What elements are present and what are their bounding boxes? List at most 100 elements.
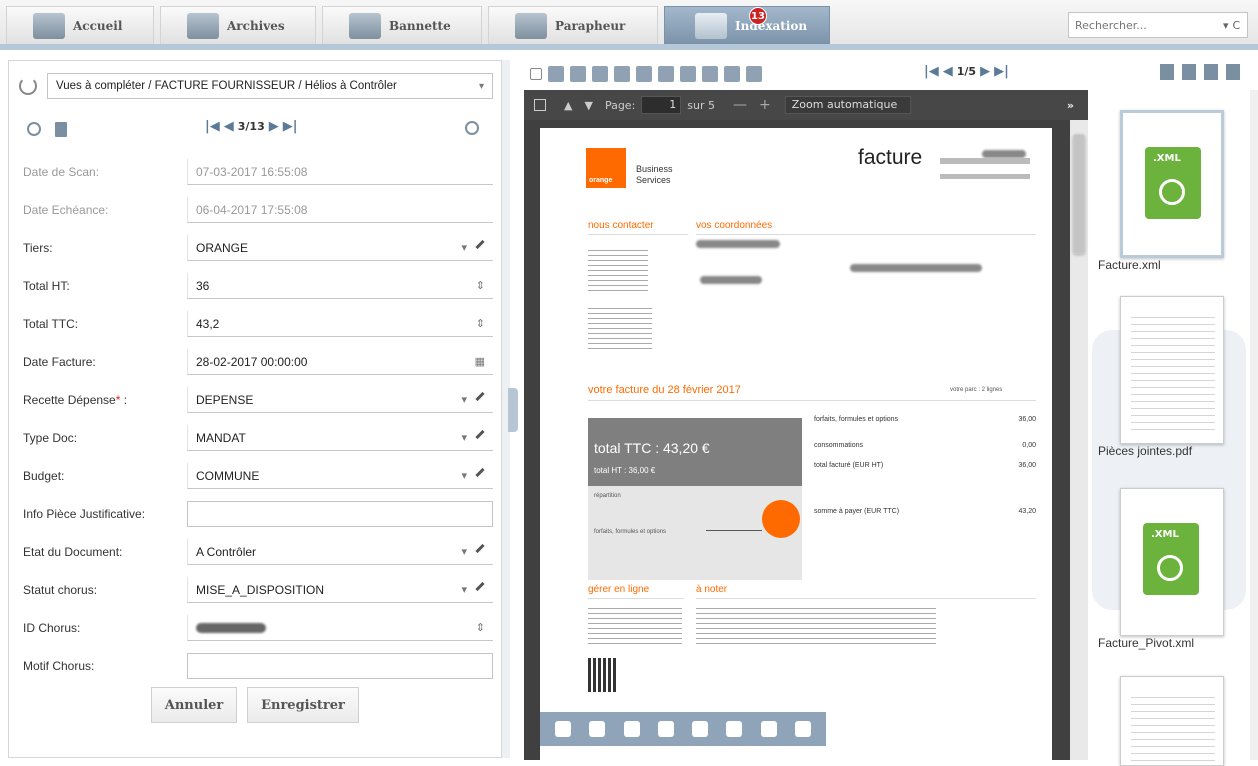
type-doc-select[interactable]: MANDAT ▾	[187, 425, 493, 451]
edit-pencil-icon[interactable]	[475, 543, 485, 554]
previous-document-icon[interactable]: ◀	[943, 64, 953, 79]
cancel-button[interactable]: Annuler	[151, 687, 237, 723]
search-input[interactable]	[1075, 18, 1215, 32]
edit-pencil-icon[interactable]	[475, 581, 485, 592]
attachment-thumb[interactable]: .XML	[1120, 488, 1224, 636]
merge-icon[interactable]	[592, 66, 608, 82]
trash-icon[interactable]	[55, 121, 67, 137]
save-button[interactable]: Enregistrer	[247, 687, 359, 723]
edit-pencil-icon[interactable]	[475, 239, 485, 250]
spinner-icon[interactable]: ⇕	[476, 621, 485, 634]
info-piece-input[interactable]	[187, 501, 493, 527]
invoice-row: forfaits, formules et options 36,00	[814, 416, 1036, 423]
note-heading: à noter	[696, 584, 728, 595]
scroll-thumb[interactable]	[1073, 134, 1085, 254]
history-icon[interactable]	[27, 122, 41, 136]
next-document-icon[interactable]: ▶	[980, 64, 990, 79]
tab-parapheur[interactable]: Parapheur	[488, 6, 658, 44]
document-icon[interactable]	[680, 66, 696, 82]
layout-single-icon[interactable]	[1182, 64, 1196, 80]
layout-list-icon[interactable]	[1204, 64, 1218, 80]
comment-icon[interactable]	[623, 721, 640, 737]
total-ht-input[interactable]: 36 ⇕	[187, 273, 493, 299]
select-checkbox[interactable]	[530, 68, 542, 80]
email-icon[interactable]	[636, 66, 652, 82]
collapse-panel-handle[interactable]	[508, 388, 518, 432]
edit-pencil-icon[interactable]	[475, 429, 485, 440]
signature-icon[interactable]	[692, 721, 709, 737]
stamp-icon[interactable]	[702, 66, 718, 82]
first-document-icon[interactable]: |◀	[924, 64, 939, 79]
search-document-icon[interactable]	[465, 121, 479, 135]
top-nav-bar: Accueil Archives Bannette Parapheur 13 I…	[0, 0, 1258, 50]
attachments-panel: .XML Facture.xml Pièces jointes.pdf .XML…	[1092, 90, 1258, 766]
spinner-icon[interactable]: ⇕	[476, 317, 485, 330]
attachment-thumb[interactable]	[1120, 296, 1224, 444]
save-icon[interactable]	[589, 721, 606, 737]
zoom-select[interactable]: Zoom automatique	[784, 96, 911, 114]
previous-record-icon[interactable]: ◀	[224, 119, 234, 134]
invoice-title: facture	[858, 146, 923, 169]
clip-icon[interactable]	[794, 721, 811, 737]
required-mark: *	[115, 393, 121, 407]
zoom-in-icon[interactable]: +	[759, 97, 771, 113]
page-number-input[interactable]: 1	[641, 96, 682, 114]
next-record-icon[interactable]: ▶	[269, 119, 279, 134]
layout-grid-icon[interactable]	[1226, 64, 1240, 80]
id-chorus-input[interactable]: ⇕	[187, 615, 493, 641]
pin-icon[interactable]	[657, 721, 674, 737]
attachments-scrollbar[interactable]	[1250, 90, 1258, 760]
record-pager: |◀ ◀ 3/13 ▶ ▶|	[205, 119, 297, 134]
delete-icon[interactable]	[746, 66, 762, 82]
refresh-icon[interactable]	[19, 77, 37, 95]
view-selector-row: Vues à compléter / FACTURE FOURNISSEUR /…	[19, 73, 493, 99]
image-icon[interactable]	[548, 66, 564, 82]
tab-archives[interactable]: Archives	[160, 6, 316, 44]
document-counter: 1/5	[956, 65, 977, 78]
attachment-thumb[interactable]: .XML	[1120, 110, 1224, 258]
edit-pencil-icon[interactable]	[475, 467, 485, 478]
field-value: 06-04-2017 17:55:08	[196, 202, 308, 217]
search-scope[interactable]: C	[1233, 19, 1241, 32]
sidebar-toggle-icon[interactable]	[534, 99, 546, 111]
page-up-icon[interactable]: ▲	[564, 99, 572, 112]
calendar-icon[interactable]: ▦	[475, 355, 485, 368]
statut-chorus-select[interactable]: MISE_A_DISPOSITION ▾	[187, 577, 493, 603]
pdf-scrollbar[interactable]	[1070, 120, 1088, 760]
online-heading: gérer en ligne	[588, 584, 650, 595]
page-down-icon[interactable]: ▼	[584, 99, 592, 112]
edit-pencil-icon[interactable]	[475, 391, 485, 402]
brand-line: Business	[636, 164, 673, 174]
indexation-icon	[695, 12, 727, 39]
last-document-icon[interactable]: ▶|	[994, 64, 1009, 79]
first-record-icon[interactable]: |◀	[205, 119, 220, 134]
tiers-select[interactable]: ORANGE ▾	[187, 235, 493, 261]
tab-indexation[interactable]: 13 Indexation	[664, 6, 830, 44]
attachment-thumb[interactable]	[1120, 676, 1224, 766]
date-facture-input[interactable]: 28-02-2017 00:00:00 ▦	[187, 349, 493, 375]
user-icon[interactable]	[760, 721, 777, 737]
zoom-out-icon[interactable]: —	[733, 97, 747, 113]
stamp-icon[interactable]	[726, 721, 743, 737]
split-icon[interactable]	[570, 66, 586, 82]
eye-icon[interactable]	[555, 721, 572, 737]
search-dropdown-icon[interactable]: ▾	[1223, 19, 1229, 32]
etat-document-select[interactable]: A Contrôler ▾	[187, 539, 493, 565]
barcode-icon[interactable]	[614, 66, 630, 82]
motif-chorus-input[interactable]	[187, 653, 493, 679]
signature-book-icon	[515, 12, 547, 39]
budget-select[interactable]: COMMUNE ▾	[187, 463, 493, 489]
export-icon[interactable]	[724, 66, 740, 82]
total-ttc-input[interactable]: 43,2 ⇕	[187, 311, 493, 337]
field-label: Recette Dépense* :	[23, 393, 185, 407]
view-select[interactable]: Vues à compléter / FACTURE FOURNISSEUR /…	[47, 73, 493, 99]
last-record-icon[interactable]: ▶|	[283, 119, 298, 134]
copy-icon[interactable]	[658, 66, 674, 82]
more-tools-icon[interactable]: »	[1067, 99, 1074, 112]
layout-two-columns-icon[interactable]	[1160, 64, 1174, 80]
pdf-viewer: ▲ ▼ Page: 1 sur 5 — + Zoom automatique »…	[524, 90, 1088, 760]
tab-bannette[interactable]: Bannette	[322, 6, 482, 44]
tab-accueil[interactable]: Accueil	[6, 6, 154, 44]
recette-depense-select[interactable]: DEPENSE ▾	[187, 387, 493, 413]
spinner-icon[interactable]: ⇕	[476, 279, 485, 292]
